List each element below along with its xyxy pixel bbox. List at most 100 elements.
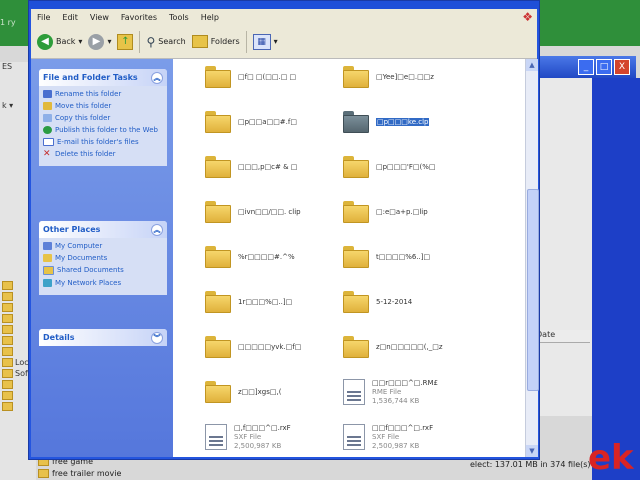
- close-button[interactable]: X: [614, 59, 630, 75]
- expand-chevron-icon[interactable]: ︾: [151, 331, 163, 344]
- up-folder-button[interactable]: ↑: [117, 33, 134, 50]
- folder-icon: [205, 381, 231, 403]
- task-link[interactable]: ✕ Delete this folder: [43, 150, 163, 159]
- folder-icon: [205, 291, 231, 313]
- folder-icon: [2, 391, 13, 400]
- task-link[interactable]: Shared Documents: [43, 266, 163, 275]
- email-icon: [43, 138, 54, 146]
- background-left-label: ES k ▾: [2, 62, 13, 110]
- chevron-down-icon[interactable]: ▾: [274, 37, 278, 46]
- task-link[interactable]: My Documents: [43, 254, 163, 262]
- panel-header[interactable]: Other Places ︽: [39, 221, 167, 238]
- minimize-button[interactable]: _: [578, 59, 594, 75]
- menu-edit[interactable]: Edit: [62, 13, 78, 22]
- menu-view[interactable]: View: [90, 13, 109, 22]
- collapse-chevron-icon[interactable]: ︽: [151, 71, 163, 84]
- task-link-label: My Network Places: [55, 279, 122, 287]
- folder-item[interactable]: z□□]xgs□,(: [205, 372, 345, 412]
- back-button[interactable]: ◀ Back ▾: [37, 33, 82, 50]
- date-column-header[interactable]: Date: [534, 330, 590, 343]
- menu-file[interactable]: File: [37, 13, 50, 22]
- file-folder-tasks-panel: File and Folder Tasks ︽ Rename this fold…: [39, 69, 167, 166]
- file-name: □□□,p□c# & □: [238, 162, 298, 171]
- folder-item[interactable]: □p□□□ke.clp: [343, 102, 483, 142]
- scroll-up-button[interactable]: ▲: [526, 59, 538, 71]
- panel-header[interactable]: Details ︾: [39, 329, 167, 346]
- folder-item[interactable]: □ivn□□/□□. clip: [205, 192, 345, 232]
- panel-header[interactable]: File and Folder Tasks ︽: [39, 69, 167, 86]
- file-name: □:e□a+p.□lip: [376, 207, 428, 216]
- file-item[interactable]: □□r□□□^□.RM£ RME File 1,536,744 KB: [343, 372, 483, 412]
- folder-icon: [2, 303, 13, 312]
- task-link-label: Delete this folder: [55, 150, 116, 158]
- task-link[interactable]: Rename this folder: [43, 90, 163, 98]
- file-name: z□□]xgs□,(: [238, 387, 282, 396]
- task-pane: File and Folder Tasks ︽ Rename this fold…: [31, 59, 173, 457]
- status-bar-text: elect: 137.01 MB in 374 file(s): [470, 460, 591, 469]
- folder-item[interactable]: □□□,p□c# & □: [205, 147, 345, 187]
- folder-icon: [343, 156, 369, 178]
- task-link[interactable]: My Computer: [43, 242, 163, 250]
- folder-icon: [2, 314, 13, 323]
- windows-logo-icon: ❖: [522, 10, 533, 24]
- folder-item[interactable]: t□□□□%6..]□: [343, 237, 483, 277]
- menu-help[interactable]: Help: [201, 13, 219, 22]
- forward-button[interactable]: ▶ ▾: [88, 33, 111, 50]
- other-places-panel: Other Places ︽ My Computer My Documents Sh…: [39, 221, 167, 295]
- task-link[interactable]: Copy this folder: [43, 114, 163, 122]
- shared-documents-icon: [43, 266, 54, 275]
- task-link[interactable]: Move this folder: [43, 102, 163, 110]
- folder-item[interactable]: %r□□□□#.^%: [205, 237, 345, 277]
- collapse-chevron-icon[interactable]: ︽: [151, 223, 163, 236]
- copy-icon: [43, 114, 52, 122]
- panel-title: Other Places: [43, 225, 101, 234]
- folder-item[interactable]: 1r□□□%□..]□: [205, 282, 345, 322]
- task-link[interactable]: E-mail this folder's files: [43, 138, 163, 146]
- folders-label: Folders: [210, 37, 240, 46]
- views-button[interactable]: ▦ ▾: [252, 33, 278, 50]
- chevron-down-icon[interactable]: ▾: [78, 37, 82, 46]
- folder-icon: [2, 347, 13, 356]
- list-item-label: free trailer movie: [52, 468, 122, 478]
- task-link[interactable]: Publish this folder to the Web: [43, 126, 163, 134]
- list-item[interactable]: free trailer movie: [38, 467, 121, 479]
- file-list-pane: □f□ □(□□.□ □ □Yee]□e□.□□z □p□□a□□#.f□ □p□□□…: [173, 59, 525, 457]
- file-name: □Yee]□e□.□□z: [376, 72, 434, 81]
- folder-item[interactable]: □p□□□'F□(%□: [343, 147, 483, 187]
- folder-icon: [205, 156, 231, 178]
- menu-tools[interactable]: Tools: [169, 13, 189, 22]
- task-link[interactable]: My Network Places: [43, 279, 163, 287]
- file-name: □ivn□□/□□. clip: [238, 207, 301, 216]
- maximize-button[interactable]: □: [596, 59, 612, 75]
- title-bar[interactable]: [29, 1, 539, 9]
- folder-icon: [2, 402, 13, 411]
- search-button[interactable]: ⚲ Search: [146, 35, 185, 49]
- folders-button[interactable]: Folders: [191, 35, 240, 48]
- file-item[interactable]: □□f□□□^□.rxF SXF File 2,500,987 KB: [343, 417, 483, 457]
- folder-icon: [2, 325, 13, 334]
- chevron-down-icon[interactable]: ▾: [107, 37, 111, 46]
- folder-item[interactable]: □□□□□yvk.□f□: [205, 327, 345, 367]
- folder-item[interactable]: □p□□a□□#.f□: [205, 102, 345, 142]
- folder-item[interactable]: □Yee]□e□.□□z: [343, 59, 483, 97]
- scroll-down-button[interactable]: ▼: [526, 445, 538, 457]
- vertical-scrollbar[interactable]: ▲ ▼: [525, 59, 539, 457]
- file-name: □□r□□□^□.RM£ RME File 1,536,744 KB: [372, 378, 439, 405]
- toolbar-separator: [139, 30, 141, 53]
- menu-favorites[interactable]: Favorites: [121, 13, 157, 22]
- folder-icon: [2, 281, 13, 290]
- folder-icon: [343, 66, 369, 88]
- details-panel: Details ︾: [39, 329, 167, 346]
- folder-item[interactable]: 5-12-2014: [343, 282, 483, 322]
- task-link-label: My Documents: [55, 254, 108, 262]
- folder-item[interactable]: □f□ □(□□.□ □: [205, 59, 345, 97]
- file-icon: [343, 424, 365, 450]
- folder-icon: [343, 246, 369, 268]
- folder-item[interactable]: □:e□a+p.□lip: [343, 192, 483, 232]
- toolbar: ◀ Back ▾ ▶ ▾ ↑ ⚲ Search Folders ▦ ▾: [31, 25, 537, 59]
- scroll-thumb[interactable]: [527, 189, 539, 391]
- file-item[interactable]: □,f□□□^□.rxF SXF File 2,500,987 KB: [205, 417, 345, 457]
- folders-icon: [191, 35, 208, 48]
- task-link-label: Shared Documents: [57, 266, 124, 274]
- folder-item[interactable]: z□n□□□□□(,_□z: [343, 327, 483, 367]
